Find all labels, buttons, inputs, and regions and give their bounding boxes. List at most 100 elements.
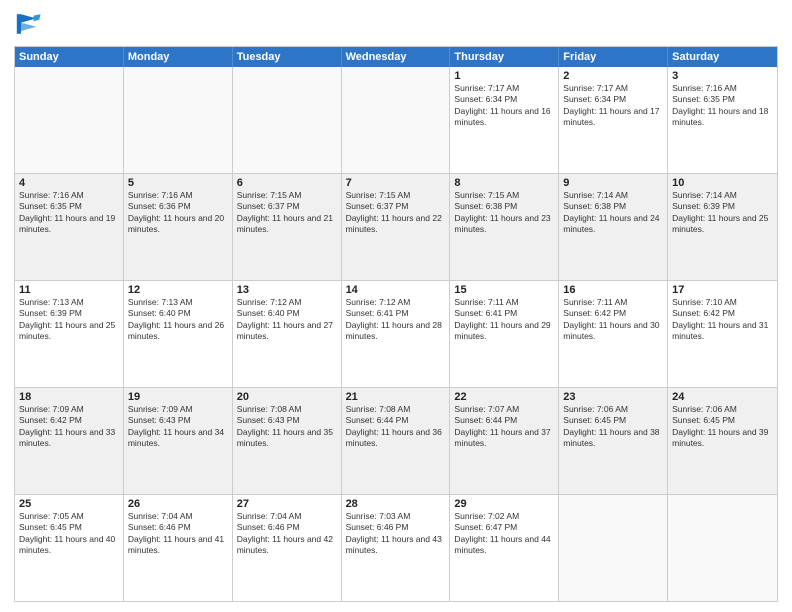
header-cell-tuesday: Tuesday bbox=[233, 47, 342, 67]
day-number: 6 bbox=[237, 177, 337, 189]
calendar-cell-0-2 bbox=[233, 67, 342, 173]
calendar-cell-4-5 bbox=[559, 495, 668, 601]
day-number: 5 bbox=[128, 177, 228, 189]
day-info: Sunrise: 7:16 AM Sunset: 6:36 PM Dayligh… bbox=[128, 190, 228, 236]
calendar-cell-0-0 bbox=[15, 67, 124, 173]
day-info: Sunrise: 7:06 AM Sunset: 6:45 PM Dayligh… bbox=[563, 404, 663, 450]
page: SundayMondayTuesdayWednesdayThursdayFrid… bbox=[0, 0, 792, 612]
calendar-cell-0-5: 2Sunrise: 7:17 AM Sunset: 6:34 PM Daylig… bbox=[559, 67, 668, 173]
day-number: 17 bbox=[672, 284, 773, 296]
day-info: Sunrise: 7:17 AM Sunset: 6:34 PM Dayligh… bbox=[454, 83, 554, 129]
day-number: 15 bbox=[454, 284, 554, 296]
header-cell-thursday: Thursday bbox=[450, 47, 559, 67]
day-info: Sunrise: 7:17 AM Sunset: 6:34 PM Dayligh… bbox=[563, 83, 663, 129]
day-info: Sunrise: 7:15 AM Sunset: 6:37 PM Dayligh… bbox=[346, 190, 446, 236]
day-number: 19 bbox=[128, 391, 228, 403]
day-number: 29 bbox=[454, 498, 554, 510]
day-number: 11 bbox=[19, 284, 119, 296]
calendar-row-3: 18Sunrise: 7:09 AM Sunset: 6:42 PM Dayli… bbox=[15, 387, 777, 494]
day-number: 9 bbox=[563, 177, 663, 189]
day-info: Sunrise: 7:06 AM Sunset: 6:45 PM Dayligh… bbox=[672, 404, 773, 450]
day-info: Sunrise: 7:13 AM Sunset: 6:39 PM Dayligh… bbox=[19, 297, 119, 343]
day-info: Sunrise: 7:04 AM Sunset: 6:46 PM Dayligh… bbox=[237, 511, 337, 557]
calendar-cell-2-6: 17Sunrise: 7:10 AM Sunset: 6:42 PM Dayli… bbox=[668, 281, 777, 387]
calendar: SundayMondayTuesdayWednesdayThursdayFrid… bbox=[14, 46, 778, 602]
day-info: Sunrise: 7:08 AM Sunset: 6:44 PM Dayligh… bbox=[346, 404, 446, 450]
calendar-cell-4-6 bbox=[668, 495, 777, 601]
calendar-cell-4-0: 25Sunrise: 7:05 AM Sunset: 6:45 PM Dayli… bbox=[15, 495, 124, 601]
calendar-cell-3-1: 19Sunrise: 7:09 AM Sunset: 6:43 PM Dayli… bbox=[124, 388, 233, 494]
calendar-cell-3-0: 18Sunrise: 7:09 AM Sunset: 6:42 PM Dayli… bbox=[15, 388, 124, 494]
day-info: Sunrise: 7:11 AM Sunset: 6:42 PM Dayligh… bbox=[563, 297, 663, 343]
calendar-row-1: 4Sunrise: 7:16 AM Sunset: 6:35 PM Daylig… bbox=[15, 173, 777, 280]
calendar-cell-3-6: 24Sunrise: 7:06 AM Sunset: 6:45 PM Dayli… bbox=[668, 388, 777, 494]
calendar-cell-0-1 bbox=[124, 67, 233, 173]
day-number: 20 bbox=[237, 391, 337, 403]
day-number: 21 bbox=[346, 391, 446, 403]
day-info: Sunrise: 7:07 AM Sunset: 6:44 PM Dayligh… bbox=[454, 404, 554, 450]
day-number: 18 bbox=[19, 391, 119, 403]
calendar-cell-4-2: 27Sunrise: 7:04 AM Sunset: 6:46 PM Dayli… bbox=[233, 495, 342, 601]
header bbox=[14, 10, 778, 38]
day-number: 4 bbox=[19, 177, 119, 189]
day-info: Sunrise: 7:14 AM Sunset: 6:39 PM Dayligh… bbox=[672, 190, 773, 236]
day-info: Sunrise: 7:09 AM Sunset: 6:43 PM Dayligh… bbox=[128, 404, 228, 450]
day-info: Sunrise: 7:10 AM Sunset: 6:42 PM Dayligh… bbox=[672, 297, 773, 343]
calendar-row-2: 11Sunrise: 7:13 AM Sunset: 6:39 PM Dayli… bbox=[15, 280, 777, 387]
header-cell-sunday: Sunday bbox=[15, 47, 124, 67]
day-info: Sunrise: 7:09 AM Sunset: 6:42 PM Dayligh… bbox=[19, 404, 119, 450]
calendar-cell-3-2: 20Sunrise: 7:08 AM Sunset: 6:43 PM Dayli… bbox=[233, 388, 342, 494]
calendar-cell-1-5: 9Sunrise: 7:14 AM Sunset: 6:38 PM Daylig… bbox=[559, 174, 668, 280]
day-number: 28 bbox=[346, 498, 446, 510]
day-number: 1 bbox=[454, 70, 554, 82]
calendar-body: 1Sunrise: 7:17 AM Sunset: 6:34 PM Daylig… bbox=[15, 67, 777, 601]
day-info: Sunrise: 7:03 AM Sunset: 6:46 PM Dayligh… bbox=[346, 511, 446, 557]
calendar-cell-4-1: 26Sunrise: 7:04 AM Sunset: 6:46 PM Dayli… bbox=[124, 495, 233, 601]
day-number: 2 bbox=[563, 70, 663, 82]
calendar-cell-2-3: 14Sunrise: 7:12 AM Sunset: 6:41 PM Dayli… bbox=[342, 281, 451, 387]
calendar-cell-4-4: 29Sunrise: 7:02 AM Sunset: 6:47 PM Dayli… bbox=[450, 495, 559, 601]
header-cell-wednesday: Wednesday bbox=[342, 47, 451, 67]
day-number: 25 bbox=[19, 498, 119, 510]
day-info: Sunrise: 7:15 AM Sunset: 6:37 PM Dayligh… bbox=[237, 190, 337, 236]
day-number: 7 bbox=[346, 177, 446, 189]
calendar-cell-4-3: 28Sunrise: 7:03 AM Sunset: 6:46 PM Dayli… bbox=[342, 495, 451, 601]
day-info: Sunrise: 7:13 AM Sunset: 6:40 PM Dayligh… bbox=[128, 297, 228, 343]
calendar-cell-0-3 bbox=[342, 67, 451, 173]
day-info: Sunrise: 7:08 AM Sunset: 6:43 PM Dayligh… bbox=[237, 404, 337, 450]
day-number: 13 bbox=[237, 284, 337, 296]
day-info: Sunrise: 7:12 AM Sunset: 6:41 PM Dayligh… bbox=[346, 297, 446, 343]
calendar-cell-1-2: 6Sunrise: 7:15 AM Sunset: 6:37 PM Daylig… bbox=[233, 174, 342, 280]
day-info: Sunrise: 7:16 AM Sunset: 6:35 PM Dayligh… bbox=[19, 190, 119, 236]
calendar-cell-2-5: 16Sunrise: 7:11 AM Sunset: 6:42 PM Dayli… bbox=[559, 281, 668, 387]
day-number: 16 bbox=[563, 284, 663, 296]
day-number: 23 bbox=[563, 391, 663, 403]
calendar-cell-2-1: 12Sunrise: 7:13 AM Sunset: 6:40 PM Dayli… bbox=[124, 281, 233, 387]
calendar-cell-2-2: 13Sunrise: 7:12 AM Sunset: 6:40 PM Dayli… bbox=[233, 281, 342, 387]
calendar-cell-1-0: 4Sunrise: 7:16 AM Sunset: 6:35 PM Daylig… bbox=[15, 174, 124, 280]
day-info: Sunrise: 7:12 AM Sunset: 6:40 PM Dayligh… bbox=[237, 297, 337, 343]
calendar-cell-1-6: 10Sunrise: 7:14 AM Sunset: 6:39 PM Dayli… bbox=[668, 174, 777, 280]
calendar-row-4: 25Sunrise: 7:05 AM Sunset: 6:45 PM Dayli… bbox=[15, 494, 777, 601]
header-cell-monday: Monday bbox=[124, 47, 233, 67]
calendar-cell-3-3: 21Sunrise: 7:08 AM Sunset: 6:44 PM Dayli… bbox=[342, 388, 451, 494]
calendar-cell-3-5: 23Sunrise: 7:06 AM Sunset: 6:45 PM Dayli… bbox=[559, 388, 668, 494]
day-number: 14 bbox=[346, 284, 446, 296]
day-number: 8 bbox=[454, 177, 554, 189]
calendar-row-0: 1Sunrise: 7:17 AM Sunset: 6:34 PM Daylig… bbox=[15, 67, 777, 173]
logo bbox=[14, 10, 46, 38]
logo-icon bbox=[14, 10, 42, 38]
calendar-header-row: SundayMondayTuesdayWednesdayThursdayFrid… bbox=[15, 47, 777, 67]
day-info: Sunrise: 7:16 AM Sunset: 6:35 PM Dayligh… bbox=[672, 83, 773, 129]
calendar-cell-1-3: 7Sunrise: 7:15 AM Sunset: 6:37 PM Daylig… bbox=[342, 174, 451, 280]
calendar-cell-1-4: 8Sunrise: 7:15 AM Sunset: 6:38 PM Daylig… bbox=[450, 174, 559, 280]
day-info: Sunrise: 7:14 AM Sunset: 6:38 PM Dayligh… bbox=[563, 190, 663, 236]
day-number: 3 bbox=[672, 70, 773, 82]
calendar-cell-3-4: 22Sunrise: 7:07 AM Sunset: 6:44 PM Dayli… bbox=[450, 388, 559, 494]
day-info: Sunrise: 7:11 AM Sunset: 6:41 PM Dayligh… bbox=[454, 297, 554, 343]
day-info: Sunrise: 7:04 AM Sunset: 6:46 PM Dayligh… bbox=[128, 511, 228, 557]
day-number: 24 bbox=[672, 391, 773, 403]
day-number: 10 bbox=[672, 177, 773, 189]
day-number: 12 bbox=[128, 284, 228, 296]
day-number: 22 bbox=[454, 391, 554, 403]
